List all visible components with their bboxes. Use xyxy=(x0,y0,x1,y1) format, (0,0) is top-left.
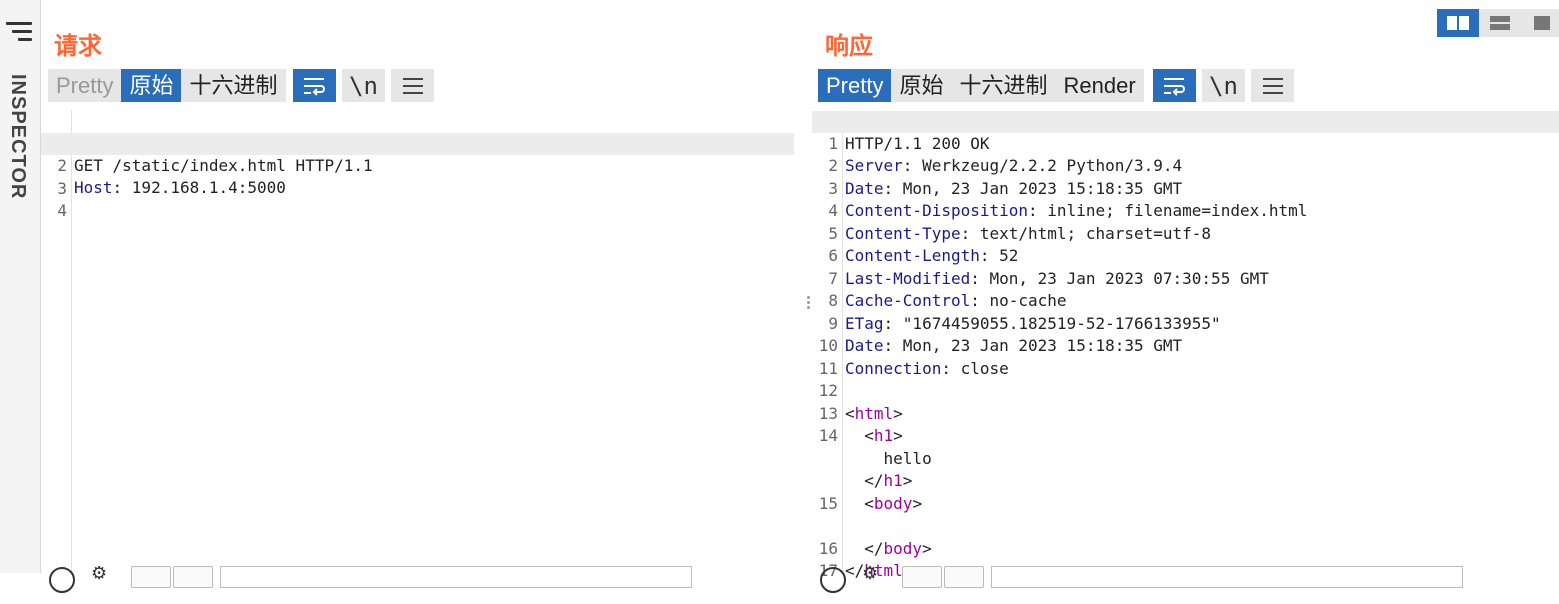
request-editor[interactable]: 1 GET /static/index.html HTTP/1.1 2 Host… xyxy=(41,110,804,573)
word-wrap-icon[interactable] xyxy=(1153,69,1196,102)
code-line: 6 Content-Length: 52 xyxy=(828,246,1019,265)
code-line: 2 Server: Werkzeug/2.2.2 Python/3.9.4 xyxy=(828,156,1183,175)
code-line: 4 xyxy=(57,201,67,220)
settings-gear-icon[interactable]: ⚙ xyxy=(862,563,878,584)
request-panel: 请求 Pretty 原始 十六进制 \n 1 GET /static/index… xyxy=(41,0,804,593)
code-line: 12 xyxy=(818,381,838,400)
code-line: 11 Connection: close xyxy=(818,359,1009,378)
tab-pretty[interactable]: Pretty xyxy=(48,69,121,102)
newline-toggle-icon[interactable]: \n xyxy=(1202,69,1245,102)
search-prev-button[interactable] xyxy=(902,566,942,588)
options-menu-icon[interactable] xyxy=(1251,69,1294,102)
code-line: 8 Cache-Control: no-cache xyxy=(828,291,1067,310)
response-panel: 响应 Pretty 原始 十六进制 Render \n 1 HTTP/1.1 20… xyxy=(812,0,1559,593)
code-line: hello xyxy=(845,449,932,468)
response-title: 响应 xyxy=(825,33,873,60)
code-line: 1 HTTP/1.1 200 OK xyxy=(812,111,1559,153)
code-line: 4 Content-Disposition: inline; filename=i… xyxy=(828,201,1308,220)
tab-pretty[interactable]: Pretty xyxy=(818,69,892,102)
response-view-tabs: Pretty 原始 十六进制 Render xyxy=(818,69,1144,102)
request-title: 请求 xyxy=(54,33,102,60)
hamburger-menu-icon[interactable] xyxy=(6,22,32,42)
code-line: 14 <h1> xyxy=(818,426,903,445)
word-wrap-icon[interactable] xyxy=(293,69,336,102)
code-line: 3 Date: Mon, 23 Jan 2023 15:18:35 GMT xyxy=(828,179,1183,198)
code-line: 2 Host: 192.168.1.4:5000 xyxy=(41,133,794,197)
code-line: 3 xyxy=(57,179,67,198)
code-line: </h1> xyxy=(864,471,913,490)
search-next-button[interactable] xyxy=(173,566,213,588)
search-prev-button[interactable] xyxy=(131,566,171,588)
inspector-toggle[interactable]: INSPECTOR xyxy=(6,74,29,199)
code-line: 1 GET /static/index.html HTTP/1.1 xyxy=(57,134,373,175)
response-editor[interactable]: 1 HTTP/1.1 200 OK 2 Server: Werkzeug/2.2.2… xyxy=(812,110,1559,580)
code-line: 16 </body> xyxy=(818,539,932,558)
panel-splitter-handle[interactable] xyxy=(805,294,811,311)
tab-hex[interactable]: 十六进制 xyxy=(951,69,1055,102)
code-line: 5 Content-Type: text/html; charset=utf-8 xyxy=(828,224,1212,243)
code-line: 9 ETag: "1674459055.182519-52-1766133955" xyxy=(828,314,1221,333)
code-line: 13 <html> xyxy=(818,404,903,423)
inspector-sidebar: INSPECTOR xyxy=(0,0,41,573)
search-input[interactable] xyxy=(991,566,1463,588)
code-line: 10 Date: Mon, 23 Jan 2023 15:18:35 GMT xyxy=(818,336,1183,355)
help-icon[interactable] xyxy=(49,567,75,593)
options-menu-icon[interactable] xyxy=(391,69,434,102)
code-line: 17</html> xyxy=(818,561,913,580)
tab-render[interactable]: Render xyxy=(1056,69,1144,102)
search-input[interactable] xyxy=(220,566,692,588)
tab-raw[interactable]: 原始 xyxy=(891,69,951,102)
code-line: 15 <body> xyxy=(818,494,923,513)
code-line: 7 Last-Modified: Mon, 23 Jan 2023 07:30:5… xyxy=(828,269,1269,288)
response-search-bar: ⚙ xyxy=(820,563,1480,593)
settings-gear-icon[interactable]: ⚙ xyxy=(91,563,107,584)
search-next-button[interactable] xyxy=(944,566,984,588)
tab-raw[interactable]: 原始 xyxy=(121,69,182,102)
help-icon[interactable] xyxy=(820,567,846,593)
tab-hex[interactable]: 十六进制 xyxy=(181,69,285,102)
newline-toggle-icon[interactable]: \n xyxy=(342,69,385,102)
request-search-bar: ⚙ xyxy=(49,563,699,593)
request-view-tabs: Pretty 原始 十六进制 xyxy=(48,69,286,102)
